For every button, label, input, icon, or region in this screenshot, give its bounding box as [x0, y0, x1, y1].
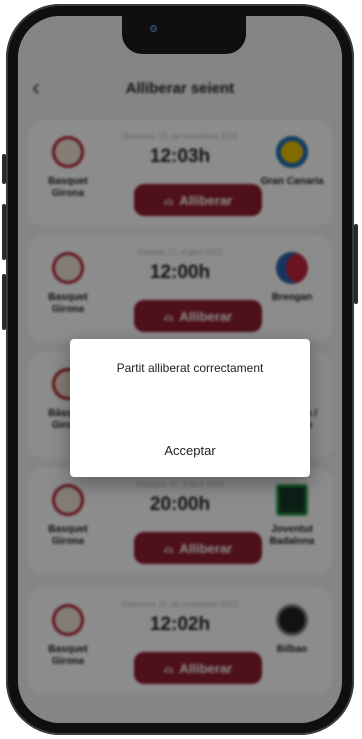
confirmation-dialog: Partit alliberat correctament Acceptar	[70, 339, 310, 477]
phone-frame: ‹ Alliberar seient Basquet Girona Dimecr…	[2, 4, 358, 735]
notch	[122, 16, 246, 54]
accept-button[interactable]: Acceptar	[140, 439, 240, 463]
side-button-power	[354, 224, 358, 304]
camera-icon	[150, 25, 157, 32]
app-screen: ‹ Alliberar seient Basquet Girona Dimecr…	[18, 16, 342, 723]
dialog-message: Partit alliberat correctament	[116, 361, 264, 375]
